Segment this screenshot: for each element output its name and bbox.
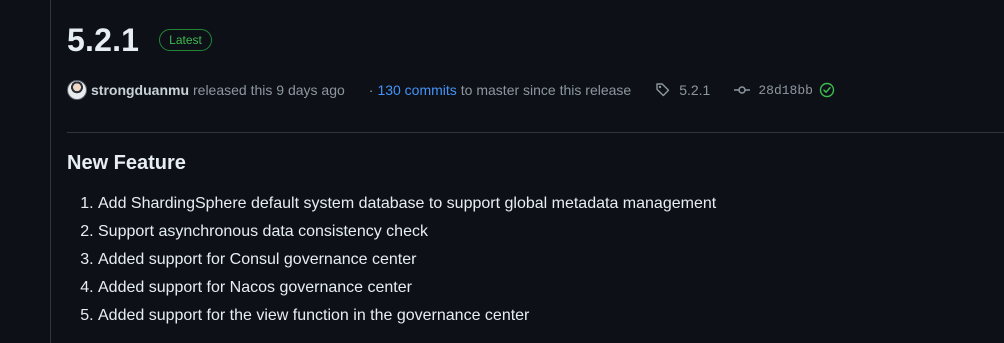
feature-item-5: Added support for the view function in t… (98, 302, 716, 330)
feature-list: Add ShardingSphere default system databa… (67, 190, 716, 330)
commits-suffix-text: to master since this release (460, 82, 632, 98)
commit-group[interactable]: 28d18bb (734, 82, 843, 98)
meta-separator: · (368, 82, 374, 98)
tag-icon (656, 83, 670, 97)
release-page: 5.2.1 Latest strongduanmu released this … (0, 0, 1004, 343)
commits-link[interactable]: 130 commits (377, 82, 456, 98)
feature-item-1: Add ShardingSphere default system databa… (98, 190, 716, 218)
author-name[interactable]: strongduanmu (91, 82, 189, 98)
tag-group[interactable]: 5.2.1 (655, 82, 710, 98)
author-avatar[interactable] (67, 80, 87, 100)
feature-item-4: Added support for Nacos governance cente… (98, 274, 716, 302)
latest-badge: Latest (159, 29, 212, 51)
tag-label[interactable]: 5.2.1 (679, 82, 710, 98)
commit-icon (734, 86, 751, 94)
new-feature-heading: New Feature (67, 152, 186, 174)
released-time-text: released this 9 days ago (193, 82, 345, 98)
release-version-title[interactable]: 5.2.1 (67, 22, 139, 58)
commit-hash[interactable]: 28d18bb (758, 83, 813, 98)
feature-item-2: Support asynchronous data consistency ch… (98, 218, 716, 246)
feature-item-3: Added support for Consul governance cent… (98, 246, 716, 274)
timeline-border (50, 0, 51, 343)
release-meta-row: strongduanmu released this 9 days ago · … (67, 80, 843, 100)
check-circle-icon[interactable] (819, 82, 843, 98)
section-divider (67, 132, 1004, 133)
release-title-row: 5.2.1 Latest (67, 22, 212, 58)
